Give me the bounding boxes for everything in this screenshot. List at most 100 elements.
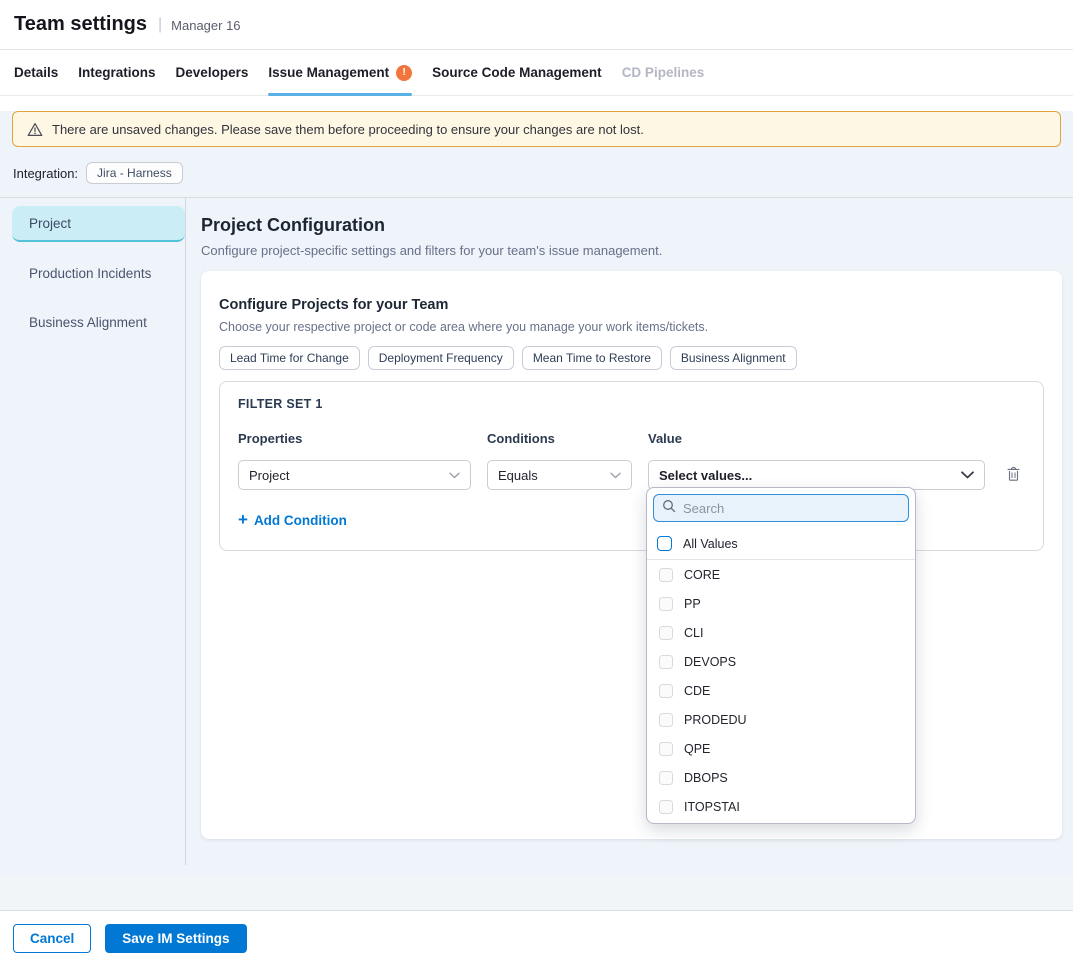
dropdown-option-core[interactable]: CORE: [647, 560, 915, 589]
filter-set-title: FILTER SET 1: [238, 397, 1025, 411]
tab-details[interactable]: Details: [14, 50, 58, 95]
checkbox-unchecked[interactable]: [659, 771, 673, 785]
sidebar-item-project[interactable]: Project: [12, 206, 185, 242]
checkbox-unchecked[interactable]: [657, 536, 672, 551]
card-title: Configure Projects for your Team: [219, 297, 1044, 313]
settings-sidebar: Project Production Incidents Business Alig…: [0, 198, 186, 865]
alert-badge-icon: !: [396, 65, 412, 81]
team-name: Manager 16: [171, 16, 240, 33]
footer-actions: Cancel Save IM Settings: [0, 911, 1073, 965]
tab-label: Developers: [176, 65, 249, 80]
filter-condition-row: Project Equals: [238, 460, 1025, 490]
select-all-label: All Values: [683, 537, 738, 551]
settings-tab-bar: Details Integrations Developers Issue Manag…: [0, 50, 1073, 96]
option-label: CORE: [684, 568, 720, 582]
option-label: DEVOPS: [684, 655, 736, 669]
dropdown-options-list: CORE PP CLI DEVOPS CDE PRODEDU QPE DBOPS ITOPSTA…: [647, 560, 915, 824]
tab-cd-pipelines: CD Pipelines: [622, 50, 705, 95]
search-input[interactable]: [683, 501, 900, 516]
dropdown-option-prodedu[interactable]: PRODEDU: [647, 705, 915, 734]
add-condition-button[interactable]: + Add Condition: [238, 511, 347, 530]
dropdown-option-devops[interactable]: DEVOPS: [647, 647, 915, 676]
tab-source-code-management[interactable]: Source Code Management: [432, 50, 602, 95]
select-all-option[interactable]: All Values: [647, 528, 915, 560]
delete-filter-button[interactable]: [1004, 464, 1023, 487]
metric-chip-business-alignment[interactable]: Business Alignment: [670, 346, 797, 370]
checkbox-unchecked[interactable]: [659, 655, 673, 669]
sidebar-item-business-alignment[interactable]: Business Alignment: [12, 304, 185, 340]
chevron-down-icon: [961, 471, 974, 479]
value-multiselect[interactable]: Select values...: [648, 460, 985, 490]
footer-spacer: [0, 876, 1073, 911]
dropdown-search[interactable]: [653, 494, 909, 522]
chevron-down-icon: [610, 472, 621, 479]
option-label: PP: [684, 597, 701, 611]
plus-icon: +: [238, 511, 248, 530]
integration-label: Integration:: [13, 166, 78, 181]
dropdown-option-pipe[interactable]: PIPE: [647, 821, 915, 824]
conditions-select[interactable]: Equals: [487, 460, 632, 490]
metric-chip-mean-time-to-restore[interactable]: Mean Time to Restore: [522, 346, 662, 370]
checkbox-unchecked[interactable]: [659, 626, 673, 640]
conditions-select-value: Equals: [498, 468, 538, 483]
unsaved-changes-banner: There are unsaved changes. Please save t…: [12, 111, 1061, 147]
tab-label: Details: [14, 65, 58, 80]
metric-chip-lead-time-for-change[interactable]: Lead Time for Change: [219, 346, 360, 370]
tab-label: CD Pipelines: [622, 65, 705, 80]
filter-column-labels: Properties Conditions Value: [238, 431, 1025, 446]
section-subtitle: Configure project-specific settings and …: [201, 243, 1062, 258]
checkbox-unchecked[interactable]: [659, 684, 673, 698]
option-label: ITOPSTAI: [684, 800, 740, 814]
checkbox-unchecked[interactable]: [659, 713, 673, 727]
warning-message: There are unsaved changes. Please save t…: [52, 122, 644, 137]
card-subtitle: Choose your respective project or code a…: [219, 320, 1044, 334]
option-label: CDE: [684, 684, 710, 698]
integration-chip[interactable]: Jira - Harness: [86, 162, 183, 184]
checkbox-unchecked[interactable]: [659, 568, 673, 582]
value-column-label: Value: [648, 431, 985, 446]
page-header: Team settings | Manager 16: [0, 0, 1073, 50]
warning-icon: [27, 122, 43, 137]
team-settings-page: Team settings | Manager 16 Details Integr…: [0, 0, 1073, 951]
option-label: DBOPS: [684, 771, 728, 785]
option-label: CLI: [684, 626, 703, 640]
option-label: PRODEDU: [684, 713, 747, 727]
title-separator: |: [158, 16, 162, 34]
dropdown-option-cde[interactable]: CDE: [647, 676, 915, 705]
tab-label: Issue Management: [268, 65, 389, 80]
page-title: Team settings: [14, 13, 147, 36]
filter-set-box: FILTER SET 1 Properties Conditions Value…: [219, 381, 1044, 551]
sidebar-item-production-incidents[interactable]: Production Incidents: [12, 255, 185, 291]
dropdown-option-itopstai[interactable]: ITOPSTAI: [647, 792, 915, 821]
checkbox-unchecked[interactable]: [659, 742, 673, 756]
search-icon: [662, 499, 676, 518]
tab-label: Source Code Management: [432, 65, 602, 80]
properties-column-label: Properties: [238, 431, 471, 446]
tab-label: Integrations: [78, 65, 155, 80]
metric-chip-deployment-frequency[interactable]: Deployment Frequency: [368, 346, 514, 370]
tab-integrations[interactable]: Integrations: [78, 50, 155, 95]
checkbox-unchecked[interactable]: [659, 597, 673, 611]
save-im-settings-button[interactable]: Save IM Settings: [105, 924, 246, 953]
section-title: Project Configuration: [201, 215, 1062, 236]
chevron-down-icon: [449, 472, 460, 479]
dropdown-option-pp[interactable]: PP: [647, 589, 915, 618]
tab-developers[interactable]: Developers: [176, 50, 249, 95]
trash-icon: [1006, 466, 1021, 485]
checkbox-unchecked[interactable]: [659, 800, 673, 814]
properties-select-value: Project: [249, 468, 289, 483]
properties-select[interactable]: Project: [238, 460, 471, 490]
value-select-placeholder: Select values...: [659, 468, 752, 483]
dropdown-option-cli[interactable]: CLI: [647, 618, 915, 647]
dropdown-option-qpe[interactable]: QPE: [647, 734, 915, 763]
option-label: QPE: [684, 742, 710, 756]
integration-row: Integration: Jira - Harness: [13, 162, 1073, 197]
metric-chips-row: Lead Time for Change Deployment Frequency…: [219, 346, 1044, 370]
dropdown-option-dbops[interactable]: DBOPS: [647, 763, 915, 792]
tab-issue-management[interactable]: Issue Management!: [268, 50, 412, 95]
cancel-button[interactable]: Cancel: [13, 924, 91, 953]
add-condition-label: Add Condition: [254, 513, 347, 528]
conditions-column-label: Conditions: [487, 431, 632, 446]
value-dropdown-panel: All Values CORE PP CLI DEVOPS CDE PRODEDU QPE D…: [646, 487, 916, 824]
main-panel: Project Configuration Configure project-…: [186, 198, 1073, 865]
